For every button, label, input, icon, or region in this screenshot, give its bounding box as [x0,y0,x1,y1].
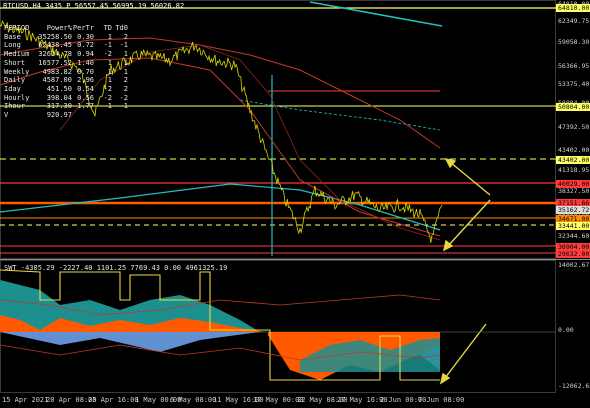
sub-axis-label: 14002.67 [558,261,590,269]
power-table-row: Hourly 398.04 0.56 -2 -2 [4,94,128,103]
price-tag: 50804.00 [556,103,590,111]
arrow-sub-icon [439,323,487,385]
price-axis-label: 38327.50 [558,187,590,195]
price-axis-label: 62349.75 [558,17,590,25]
sub-window-title: SWT -4305.29 -2227.40 1101.25 7769.43 0.… [4,264,228,272]
price-axis-label: 53375.40 [558,80,590,88]
cell-td: -2 [103,93,112,102]
price-axis-label: 59058.30 [558,38,590,46]
cell-pertr: 0.70 [77,67,94,76]
price-axis-label: 32344.60 [558,232,590,240]
cell-period: Iday [4,84,21,93]
power-table-row: Iday 451.50 0.54 -2 2 [4,85,128,94]
price-axis-label: 47392.50 [558,123,590,131]
sub-indicator [0,269,556,381]
cell-period: Weekly [4,67,30,76]
cell-power: 317.30 [46,102,72,111]
cell-td [94,111,112,120]
price-axis-label: 41318.95 [558,166,590,174]
cell-pertr: 0.54 [77,84,94,93]
cell-td0 [112,111,128,120]
cell-pertr: 0.30 [77,32,94,41]
power-table-row: Base 35258.50 0.30 1 2 [4,33,128,42]
cell-td: 1 [107,32,112,41]
time-axis-label: 17 May 00:00 [253,396,304,404]
price-tag: 40029.00 [556,180,590,188]
power-table-row: Long 62438.45 0.72 -1 -1 [4,41,128,50]
time-axis-label: 25 Apr 16:00 [88,396,139,404]
cell-td: -2 [103,50,112,59]
power-table-row: Weekly 4983.82 0.70 1 1 [4,68,128,77]
cyan-trendline-top [309,1,443,27]
cell-period: Long [4,41,21,50]
col-pertr: PerTr [72,24,94,32]
price-axis-label: 56366.95 [558,62,590,70]
power-table-row: Short 16577.52 1.40 1 1 [4,59,128,68]
cell-pertr: 0.94 [77,50,94,59]
power-table-row: V 920.97 [4,111,128,120]
cell-period: Base [4,32,21,41]
symbol-line: BTCUSD,H4 3435 P 56557.45 56995.19 56026… [3,2,185,10]
cell-td0: 1 [123,50,128,59]
col-td: TD [103,24,112,32]
cell-period: Ihour [4,102,26,111]
cell-td: -1 [103,41,112,50]
cell-td0: -2 [119,93,128,102]
power-table-row: Ihour 317.30 1.77 1 1 [4,102,128,111]
cell-power: 451.50 [46,84,72,93]
price-tag: 64810.00 [556,4,590,12]
cell-period: Hourly [4,93,30,102]
cell-td0: 2 [123,84,128,93]
time-axis-label: 15 Apr 2021 [2,396,49,404]
power-table-row: Medium 32624.78 0.94 -2 1 [4,50,128,59]
sub-axis-label: -12062.63 [558,382,590,390]
cell-period: V [4,111,9,120]
power-table-row: Daily 4587.00 2.96 1 2 [4,76,128,85]
cell-period: Daily [4,76,26,85]
cell-td: 1 [107,58,112,67]
cell-pertr: 1.77 [77,102,94,111]
price-tag: 29632.00 [556,250,590,258]
cell-power: 4983.82 [42,67,72,76]
cell-pertr: 0.56 [77,93,94,102]
cell-pertr [72,111,94,120]
cell-power: 920.97 [46,111,72,120]
cell-td: 1 [107,102,112,111]
cell-td0: 2 [123,76,128,85]
symbol-header: BTCUSD,H4 3435 P 56557.45 56995.19 56026… [3,2,184,11]
sub-axis-label: 0.00 [558,326,574,334]
cell-td0: -1 [119,41,128,50]
col-power: Power% [46,24,72,32]
price-axis-label: 43402.00 [558,146,590,154]
price-tag: 43402.00 [556,156,590,164]
cell-power: 35258.50 [38,32,72,41]
cell-power: 62438.45 [38,41,72,50]
power-table: PERIOD Power% PerTr TD Td0 Base 35258.50 0… [4,24,128,120]
cyan-dashed-line [239,99,441,131]
cell-period: Short [4,58,26,67]
cell-td0: 1 [123,58,128,67]
cell-pertr: 1.40 [77,58,94,67]
price-tag: 33441.00 [556,222,590,230]
time-axis-label: 6 May 08:00 [170,396,217,404]
cell-pertr: 0.72 [77,41,94,50]
cell-td: -2 [103,84,112,93]
cell-td: 1 [107,67,112,76]
cell-power: 32624.78 [38,50,72,59]
cell-power: 16577.52 [38,58,72,67]
cell-td0: 1 [123,67,128,76]
time-axis-label: 7 Jun 08:00 [418,396,465,404]
cell-pertr: 2.96 [77,76,94,85]
cell-td0: 2 [123,32,128,41]
cell-period: Medium [4,50,30,59]
price-tag: 35162.72 [556,206,590,214]
cell-power: 4587.00 [42,76,72,85]
cell-power: 398.04 [46,93,72,102]
power-table-header: PERIOD Power% PerTr TD Td0 [4,24,128,33]
cell-td: 1 [107,76,112,85]
arrow-up-icon [444,157,491,196]
col-period: PERIOD [4,24,30,32]
cell-td0: 1 [123,102,128,111]
col-td0: Td0 [115,24,128,32]
